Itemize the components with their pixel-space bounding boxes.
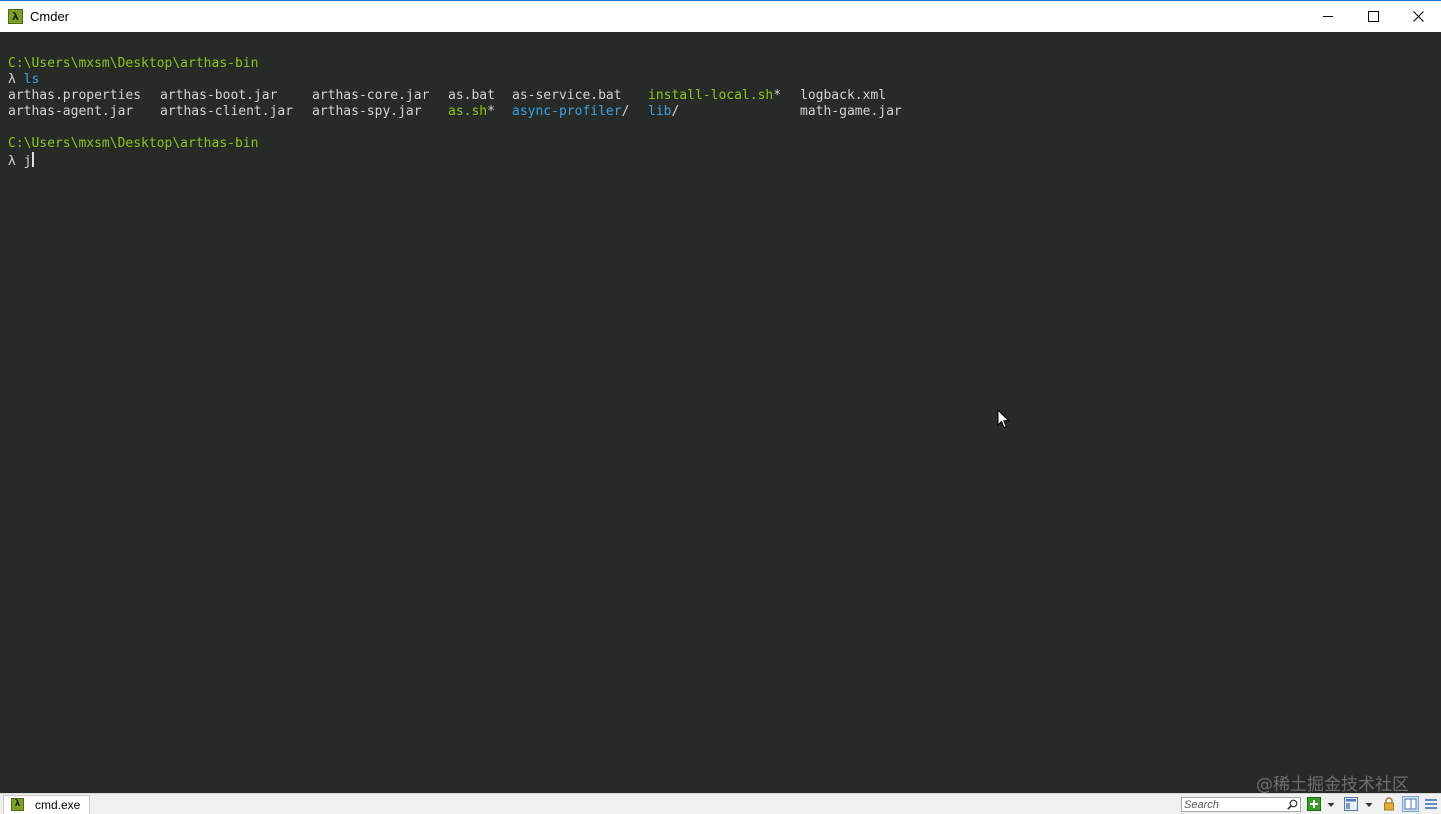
maximize-icon — [1367, 11, 1379, 22]
file-entry: install-local.sh* — [648, 88, 782, 103]
input-line[interactable]: λ j — [8, 152, 35, 169]
file-entry: logback.xml — [800, 88, 887, 103]
prompt-symbol: λ — [8, 72, 16, 87]
dropdown-arrow-icon[interactable] — [1326, 797, 1336, 811]
minimize-icon — [1323, 16, 1333, 17]
command-text: ls — [23, 72, 40, 87]
close-icon — [1412, 11, 1424, 22]
file-entry: lib/ — [648, 104, 680, 119]
file-entry: arthas-client.jar — [160, 104, 294, 119]
file-entry: arthas-spy.jar — [312, 104, 422, 119]
file-entry: as.sh* — [448, 104, 495, 119]
watermark: @稀土掘金技术社区 — [1256, 775, 1409, 795]
current-input[interactable]: j — [24, 154, 32, 169]
status-bar: λ cmd.exe — [0, 793, 1441, 814]
cmder-lambda-icon: λ — [8, 9, 23, 24]
file-entry: as-service.bat — [512, 88, 622, 103]
file-entry: arthas-agent.jar — [8, 104, 134, 119]
terminal-area[interactable]: C:\Users\mxsm\Desktop\arthas-bin λ ls ar… — [0, 32, 1441, 793]
search-icon[interactable] — [1287, 799, 1298, 810]
prompt-symbol: λ — [8, 154, 16, 169]
file-entry: math-game.jar — [800, 104, 902, 119]
dropdown-arrow-icon[interactable] — [1364, 797, 1374, 811]
window-title: Cmder — [30, 9, 70, 24]
file-entry: async-profiler/ — [512, 104, 630, 119]
file-entry: arthas-core.jar — [312, 88, 430, 103]
file-entry: arthas-boot.jar — [160, 88, 278, 103]
maximize-button[interactable] — [1350, 1, 1396, 32]
lock-icon[interactable] — [1382, 797, 1396, 811]
cmder-lambda-icon: λ — [11, 798, 24, 811]
tab-label: cmd.exe — [35, 798, 81, 812]
layout-icon[interactable] — [1344, 797, 1358, 811]
prompt-line: λ ls — [8, 72, 39, 88]
search-box[interactable] — [1181, 797, 1301, 812]
minimize-button[interactable] — [1305, 1, 1351, 32]
split-view-icon[interactable] — [1402, 796, 1419, 812]
new-console-icon[interactable] — [1307, 797, 1321, 811]
menu-lines-icon[interactable] — [1424, 797, 1438, 811]
prompt-path: C:\Users\mxsm\Desktop\arthas-bin — [8, 136, 259, 151]
close-button[interactable] — [1395, 1, 1441, 32]
file-entry: as.bat — [448, 88, 495, 103]
title-bar[interactable]: λ Cmder — [0, 0, 1441, 32]
prompt-path: C:\Users\mxsm\Desktop\arthas-bin — [8, 56, 259, 71]
console-tab[interactable]: λ cmd.exe — [3, 795, 90, 814]
search-input[interactable] — [1184, 798, 1284, 811]
text-cursor — [32, 152, 35, 167]
file-entry: arthas.properties — [8, 88, 142, 103]
mouse-pointer-icon — [997, 409, 1010, 429]
